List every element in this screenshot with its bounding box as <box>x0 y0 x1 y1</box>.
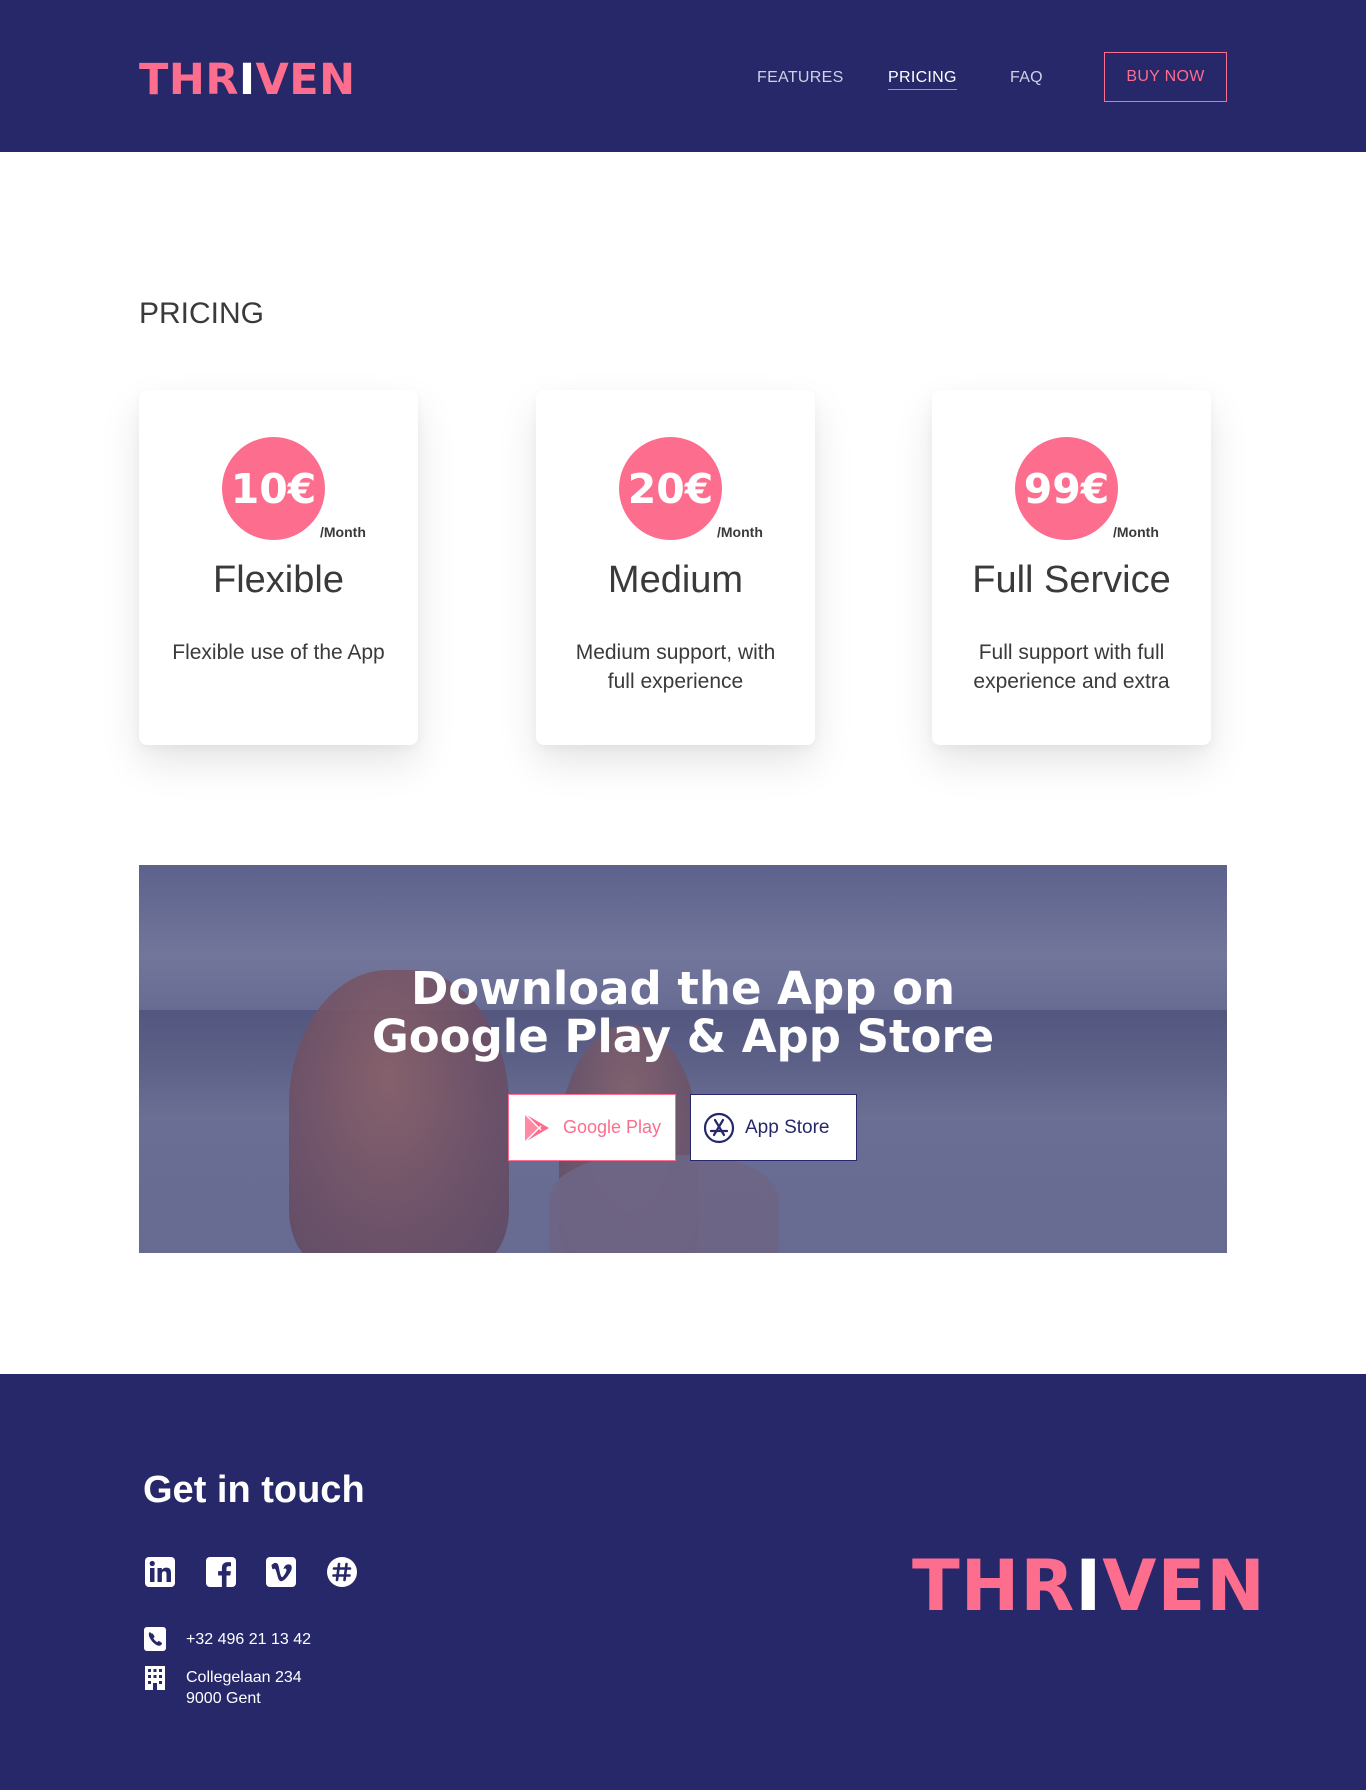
logo-part-2: I <box>238 55 256 105</box>
address-line-1: Collegelaan 234 <box>186 1669 302 1686</box>
pricing-title: PRICING <box>139 297 265 330</box>
download-title: Download the App on Google Play & App St… <box>139 965 1227 1061</box>
download-title-line-2: Google Play & App Store <box>371 1010 995 1063</box>
header-logo[interactable]: THRIVEN <box>139 56 356 104</box>
vimeo-icon[interactable] <box>265 1556 297 1588</box>
plan-name: Flexible <box>213 559 344 601</box>
download-banner: Download the App on Google Play & App St… <box>139 865 1227 1253</box>
google-play-icon <box>524 1113 549 1142</box>
nav-pricing-link[interactable]: PRICING <box>888 68 957 90</box>
google-play-label: Google Play <box>563 1117 662 1137</box>
pricing-card-flexible[interactable]: 10€ /Month Flexible Flexible use of the … <box>139 390 418 745</box>
plan-description: Full support with full experience and ex… <box>973 641 1170 693</box>
download-title-line-1: Download the App on <box>410 962 956 1015</box>
address: Collegelaan 234 9000 Gent <box>186 1667 302 1709</box>
pricing-card-full-service[interactable]: 99€ /Month Full Service Full support wit… <box>932 390 1211 745</box>
footer-logo: THRIVEN <box>912 1548 1266 1624</box>
price-period: /Month <box>717 524 763 540</box>
price-period: /Month <box>320 524 366 540</box>
plan-name: Full Service <box>972 559 1171 601</box>
logo-part-3: VEN <box>1102 1545 1266 1627</box>
google-play-button[interactable]: Google Play <box>508 1094 676 1161</box>
price-badge: 99€ <box>1015 437 1118 540</box>
logo-part-3: VEN <box>255 55 356 105</box>
footer-title: Get in touch <box>143 1469 365 1511</box>
app-store-icon <box>703 1112 735 1143</box>
logo-part-2: I <box>1075 1545 1103 1627</box>
app-store-label: App Store <box>745 1116 830 1138</box>
page: THRIVEN FEATURES PRICING FAQ BUY NOW PRI… <box>0 0 1366 1790</box>
site-footer: Get in touch +32 496 21 13 42 Collegelaa… <box>0 1374 1366 1790</box>
phone-icon <box>144 1627 166 1651</box>
price-badge: 20€ <box>619 437 722 540</box>
plan-description: Medium support, with full experience <box>575 641 776 693</box>
logo-part-1: THR <box>139 55 239 105</box>
building-icon <box>145 1666 165 1690</box>
nav-faq-link[interactable]: FAQ <box>1010 68 1043 88</box>
linkedin-icon[interactable] <box>144 1556 176 1588</box>
slack-icon[interactable] <box>326 1556 358 1588</box>
buy-now-button[interactable]: BUY NOW <box>1104 52 1227 102</box>
address-line-2: 9000 Gent <box>186 1690 261 1707</box>
logo-part-1: THR <box>912 1545 1076 1627</box>
price-badge: 10€ <box>222 437 325 540</box>
app-store-button[interactable]: App Store <box>690 1094 857 1161</box>
pricing-card-medium[interactable]: 20€ /Month Medium Medium support, with f… <box>536 390 815 745</box>
nav-features-link[interactable]: FEATURES <box>757 68 844 88</box>
banner-person-right-sweater <box>549 1155 779 1253</box>
phone-number[interactable]: +32 496 21 13 42 <box>186 1629 311 1650</box>
facebook-icon[interactable] <box>205 1556 237 1588</box>
price-period: /Month <box>1113 524 1159 540</box>
site-header: THRIVEN FEATURES PRICING FAQ BUY NOW <box>0 0 1366 152</box>
plan-name: Medium <box>607 559 744 601</box>
plan-description: Flexible use of the App <box>172 641 385 664</box>
